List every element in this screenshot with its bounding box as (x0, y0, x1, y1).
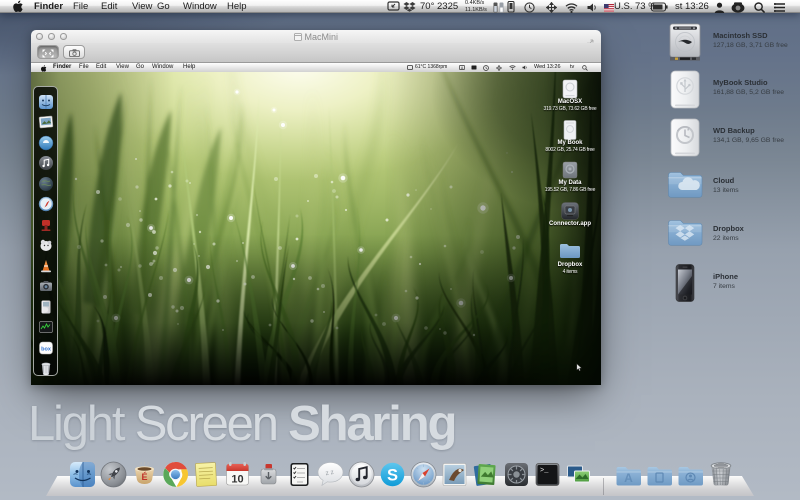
svg-text:É: É (141, 472, 147, 482)
svg-text:>_: >_ (540, 467, 549, 475)
svg-text:10: 10 (231, 474, 243, 486)
svg-text:A: A (624, 471, 633, 485)
svg-text:S: S (387, 467, 398, 485)
svg-text:z z: z z (325, 469, 334, 477)
svg-text:box: box (41, 347, 52, 353)
